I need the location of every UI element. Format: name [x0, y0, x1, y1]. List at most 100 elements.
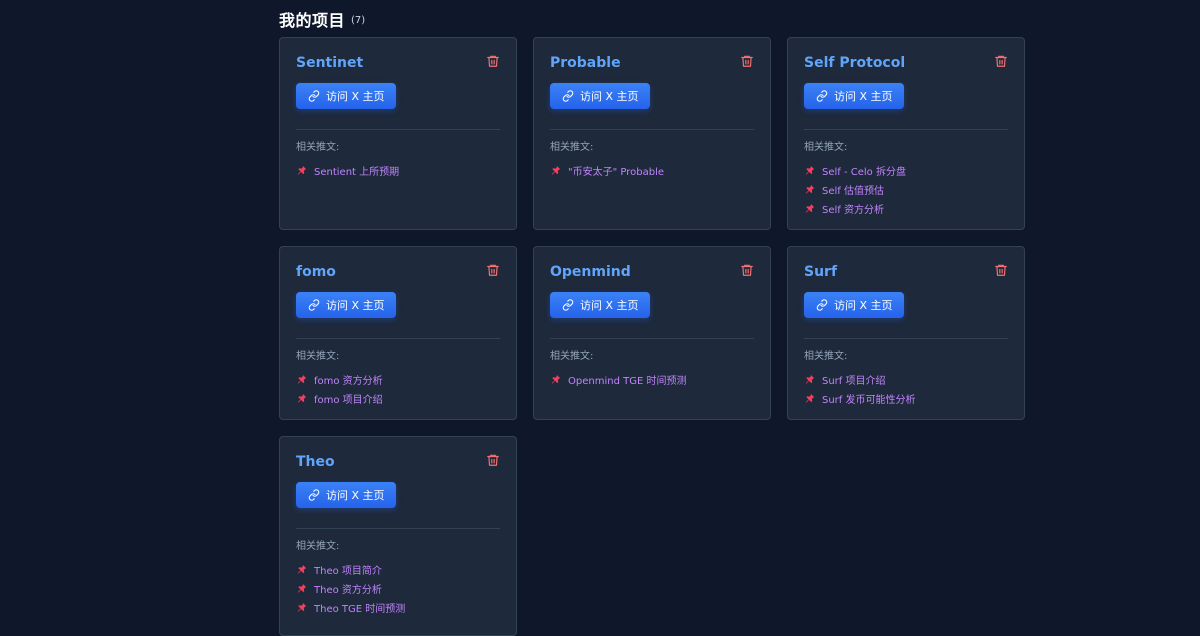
visit-x-label: 访问 X 主页 — [326, 299, 385, 312]
pin-icon — [297, 165, 307, 175]
project-card: Theo 访问 X 主页 相关推文: Theo 项目简介 Theo 资方分析 T… — [279, 436, 517, 636]
post-list: Openmind TGE 时间预测 — [550, 370, 754, 389]
visit-x-label: 访问 X 主页 — [580, 299, 639, 312]
related-posts-label: 相关推文: — [804, 351, 848, 362]
project-name: Sentinet — [296, 55, 364, 71]
related-posts-label: 相关推文: — [550, 142, 594, 153]
post-link[interactable]: "币安太子" Probable — [550, 161, 754, 180]
post-title: Self 资方分析 — [822, 205, 884, 216]
link-icon — [562, 90, 574, 102]
project-name: Probable — [550, 55, 621, 71]
project-name: Openmind — [550, 264, 631, 280]
project-name: Theo — [296, 454, 335, 470]
post-title: Self 估值预估 — [822, 186, 884, 197]
post-title: Sentient 上所预期 — [314, 167, 400, 178]
link-icon — [308, 489, 320, 501]
divider — [296, 129, 500, 130]
related-posts-label: 相关推文: — [550, 351, 594, 362]
post-title: Self - Celo 拆分盘 — [822, 167, 906, 178]
link-icon — [308, 299, 320, 311]
post-link[interactable]: Surf 项目介绍 — [804, 370, 1008, 389]
post-link[interactable]: Self 资方分析 — [804, 199, 1008, 218]
visit-x-button[interactable]: 访问 X 主页 — [804, 292, 904, 318]
post-link[interactable]: Theo TGE 时间预测 — [296, 598, 500, 617]
divider — [804, 338, 1008, 339]
project-name: Surf — [804, 264, 838, 280]
post-list: Self - Celo 拆分盘 Self 估值预估 Self 资方分析 — [804, 161, 1008, 218]
project-card: Sentinet 访问 X 主页 相关推文: Sentient 上所预期 — [279, 37, 517, 230]
visit-x-label: 访问 X 主页 — [326, 489, 385, 502]
project-grid: Sentinet 访问 X 主页 相关推文: Sentient 上所预期 Pro… — [279, 37, 1025, 636]
trash-icon[interactable] — [994, 54, 1008, 68]
post-link[interactable]: Theo 资方分析 — [296, 579, 500, 598]
visit-x-button[interactable]: 访问 X 主页 — [296, 83, 396, 109]
divider — [804, 129, 1008, 130]
trash-icon[interactable] — [486, 54, 500, 68]
post-title: "币安太子" Probable — [568, 167, 664, 178]
divider — [550, 129, 754, 130]
post-link[interactable]: Self - Celo 拆分盘 — [804, 161, 1008, 180]
link-icon — [308, 90, 320, 102]
visit-x-button[interactable]: 访问 X 主页 — [550, 292, 650, 318]
visit-x-button[interactable]: 访问 X 主页 — [296, 292, 396, 318]
post-title: Surf 发币可能性分析 — [822, 395, 916, 406]
visit-x-label: 访问 X 主页 — [326, 90, 385, 103]
trash-icon[interactable] — [740, 263, 754, 277]
related-posts-label: 相关推文: — [296, 351, 340, 362]
post-link[interactable]: fomo 项目介绍 — [296, 389, 500, 408]
divider — [550, 338, 754, 339]
post-title: Theo 项目简介 — [314, 566, 382, 577]
post-link[interactable]: Self 估值预估 — [804, 180, 1008, 199]
project-name: Self Protocol — [804, 55, 906, 71]
post-link[interactable]: Sentient 上所预期 — [296, 161, 500, 180]
trash-icon[interactable] — [486, 453, 500, 467]
pin-icon — [297, 374, 307, 384]
pin-icon — [805, 374, 815, 384]
divider — [296, 528, 500, 529]
pin-icon — [297, 564, 307, 574]
post-link[interactable]: fomo 资方分析 — [296, 370, 500, 389]
link-icon — [816, 90, 828, 102]
post-title: fomo 项目介绍 — [314, 395, 383, 406]
link-icon — [816, 299, 828, 311]
pin-icon — [805, 184, 815, 194]
visit-x-label: 访问 X 主页 — [834, 299, 893, 312]
post-list: Sentient 上所预期 — [296, 161, 500, 180]
post-list: Theo 项目简介 Theo 资方分析 Theo TGE 时间预测 — [296, 560, 500, 617]
post-title: Openmind TGE 时间预测 — [568, 376, 687, 387]
projects-section: 我的项目 (7) Sentinet 访问 X 主页 相关推文: Sentient… — [279, 0, 1025, 636]
pin-icon — [297, 602, 307, 612]
trash-icon[interactable] — [486, 263, 500, 277]
project-card: Openmind 访问 X 主页 相关推文: Openmind TGE 时间预测 — [533, 246, 771, 420]
pin-icon — [551, 374, 561, 384]
post-title: Theo TGE 时间预测 — [314, 604, 406, 615]
post-link[interactable]: Theo 项目简介 — [296, 560, 500, 579]
related-posts-label: 相关推文: — [296, 142, 340, 153]
visit-x-button[interactable]: 访问 X 主页 — [550, 83, 650, 109]
project-card: Probable 访问 X 主页 相关推文: "币安太子" Probable — [533, 37, 771, 230]
divider — [296, 338, 500, 339]
project-count: (7) — [351, 14, 366, 26]
section-header: 我的项目 (7) — [279, 0, 1024, 37]
link-icon — [562, 299, 574, 311]
project-card: Surf 访问 X 主页 相关推文: Surf 项目介绍 Surf 发币可能性分… — [787, 246, 1025, 420]
section-title: 我的项目 — [279, 10, 346, 30]
related-posts-label: 相关推文: — [804, 142, 848, 153]
post-list: fomo 资方分析 fomo 项目介绍 — [296, 370, 500, 408]
project-card: fomo 访问 X 主页 相关推文: fomo 资方分析 fomo 项目介绍 — [279, 246, 517, 420]
pin-icon — [805, 165, 815, 175]
pin-icon — [805, 393, 815, 403]
post-title: fomo 资方分析 — [314, 376, 383, 387]
visit-x-button[interactable]: 访问 X 主页 — [296, 482, 396, 508]
pin-icon — [297, 393, 307, 403]
post-link[interactable]: Surf 发币可能性分析 — [804, 389, 1008, 408]
visit-x-label: 访问 X 主页 — [580, 90, 639, 103]
pin-icon — [805, 203, 815, 213]
post-title: Surf 项目介绍 — [822, 376, 886, 387]
post-link[interactable]: Openmind TGE 时间预测 — [550, 370, 754, 389]
trash-icon[interactable] — [740, 54, 754, 68]
visit-x-button[interactable]: 访问 X 主页 — [804, 83, 904, 109]
trash-icon[interactable] — [994, 263, 1008, 277]
project-card: Self Protocol 访问 X 主页 相关推文: Self - Celo … — [787, 37, 1025, 230]
project-name: fomo — [296, 264, 336, 280]
